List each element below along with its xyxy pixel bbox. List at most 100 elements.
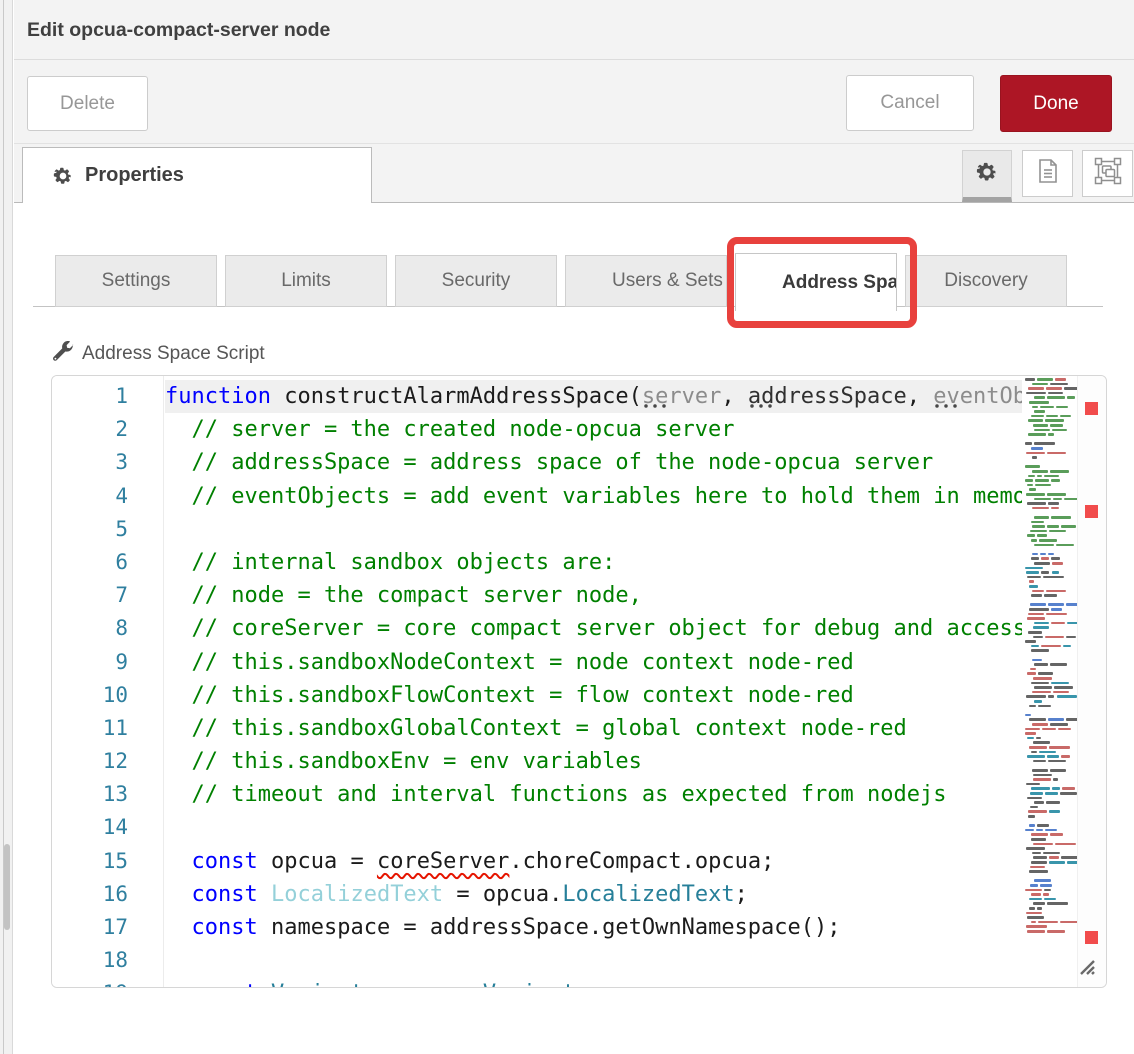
- minimap-line: [1048, 553, 1054, 556]
- code-token: // this.sandboxEnv = env variables: [165, 749, 642, 774]
- minimap-line: [1067, 622, 1077, 625]
- code-line[interactable]: const namespace = addressSpace.getOwnNam…: [165, 911, 1022, 944]
- tab-address-space[interactable]: Address Space: [735, 253, 897, 311]
- minimap-line: [1031, 838, 1046, 841]
- code-line[interactable]: function constructAlarmAddressSpace(serv…: [165, 380, 1022, 413]
- minimap-line: [1029, 718, 1046, 721]
- code-token: ;: [735, 882, 748, 907]
- minimap-line: [1038, 705, 1051, 708]
- vertical-scrollbar-thumb[interactable]: [4, 844, 10, 930]
- tab-limits[interactable]: Limits: [225, 255, 387, 307]
- code-editor[interactable]: 12345678910111213141516171819 function c…: [51, 375, 1107, 988]
- editor-overview-ruler: [1077, 376, 1106, 987]
- minimap-line: [1026, 695, 1046, 698]
- code-line[interactable]: const opcua = coreServer.choreCompact.op…: [165, 845, 1022, 878]
- minimap-line: [1064, 387, 1077, 390]
- tab-label: Security: [442, 270, 511, 292]
- minimap-line: [1040, 553, 1046, 556]
- code-line[interactable]: // this.sandboxGlobalContext = global co…: [165, 712, 1022, 745]
- minimap-line: [1031, 861, 1047, 864]
- minimap-line: [1062, 787, 1074, 790]
- done-button[interactable]: Done: [1000, 75, 1112, 132]
- minimap-line: [1047, 396, 1065, 399]
- code-line[interactable]: [165, 811, 1022, 844]
- code-line[interactable]: // this.sandboxNodeContext = node contex…: [165, 646, 1022, 679]
- minimap-line: [1032, 553, 1038, 556]
- editor-resize-grip[interactable]: [1078, 958, 1096, 981]
- minimap-line: [1051, 507, 1059, 510]
- code-token: function: [165, 384, 271, 409]
- minimap-line: [1026, 493, 1045, 496]
- code-line[interactable]: const LocalizedText = opcua.LocalizedTex…: [165, 878, 1022, 911]
- line-number: 7: [52, 579, 163, 612]
- code-line[interactable]: // this.sandboxFlowContext = flow contex…: [165, 679, 1022, 712]
- minimap-line: [1055, 378, 1065, 381]
- code-line[interactable]: // internal sandbox objects are:: [165, 546, 1022, 579]
- code-token: = opcua.: [364, 981, 483, 987]
- error-mark: [1085, 402, 1098, 415]
- editor-minimap[interactable]: [1022, 376, 1077, 987]
- code-lines[interactable]: function constructAlarmAddressSpace(serv…: [165, 376, 1022, 987]
- code-token: [165, 882, 192, 907]
- code-line[interactable]: // timeout and interval functions as exp…: [165, 778, 1022, 811]
- code-line[interactable]: // eventObjects = add event variables he…: [165, 480, 1022, 513]
- delete-button[interactable]: Delete: [27, 76, 148, 131]
- minimap-line: [1029, 824, 1035, 827]
- line-number: 12: [52, 745, 163, 778]
- dialog-title: Edit opcua-compact-server node: [27, 19, 330, 42]
- code-token: namespace = addressSpace.getOwnNamespace…: [258, 915, 841, 940]
- tab-label: Limits: [281, 270, 331, 292]
- minimap-line: [1041, 557, 1049, 560]
- tab-users-sets[interactable]: Users & Sets: [565, 255, 727, 307]
- cancel-button[interactable]: Cancel: [846, 75, 974, 131]
- code-line[interactable]: [165, 944, 1022, 977]
- minimap-line: [1031, 751, 1037, 754]
- minimap-line: [1046, 415, 1057, 418]
- node-description-icon-button[interactable]: [1022, 150, 1073, 197]
- code-line[interactable]: const Variant = opcua.Variant;: [165, 977, 1022, 987]
- node-properties-icon-button[interactable]: [962, 150, 1012, 202]
- line-number: 9: [52, 646, 163, 679]
- code-line[interactable]: // addressSpace = address space of the n…: [165, 446, 1022, 479]
- minimap-line: [1030, 530, 1047, 533]
- minimap-line: [1032, 723, 1048, 726]
- node-appearance-icon-button[interactable]: [1082, 150, 1133, 197]
- minimap-line: [1047, 755, 1059, 758]
- minimap-line: [1028, 815, 1035, 818]
- code-line[interactable]: // this.sandboxEnv = env variables: [165, 745, 1022, 778]
- minimap-line: [1050, 723, 1068, 726]
- document-icon: [1036, 158, 1060, 189]
- minimap-line: [1025, 714, 1031, 717]
- minimap-line: [1029, 401, 1049, 404]
- minimap-line: [1026, 571, 1039, 574]
- minimap-line: [1056, 406, 1068, 409]
- minimap-line: [1063, 645, 1071, 648]
- tab-properties[interactable]: Properties: [22, 147, 372, 203]
- code-token: // eventObjects = add event variables he…: [165, 484, 1022, 509]
- minimap-line: [1032, 852, 1041, 855]
- minimap-line: [1052, 429, 1066, 432]
- minimap-line: [1047, 930, 1065, 933]
- minimap-line: [1031, 787, 1050, 790]
- tab-discovery[interactable]: Discovery: [905, 255, 1067, 307]
- code-line[interactable]: [165, 513, 1022, 546]
- minimap-line: [1050, 424, 1063, 427]
- minimap-line: [1051, 608, 1062, 611]
- minimap-line: [1032, 659, 1042, 662]
- minimap-line: [1034, 442, 1055, 445]
- minimap-line: [1035, 484, 1051, 487]
- tab-security[interactable]: Security: [395, 255, 557, 307]
- tab-settings[interactable]: Settings: [55, 255, 217, 307]
- minimap-line: [1040, 884, 1052, 887]
- code-line[interactable]: // server = the created node-opcua serve…: [165, 413, 1022, 446]
- code-token: opcua =: [258, 849, 377, 874]
- error-mark: [1085, 931, 1098, 944]
- minimap-line: [1032, 470, 1048, 473]
- minimap-line: [1031, 557, 1039, 560]
- tab-label: Address Space: [782, 272, 897, 294]
- tab-strip: Settings Limits Security Users & Sets Addres…: [55, 255, 1075, 311]
- minimap-line: [1067, 396, 1074, 399]
- minimap-line: [1033, 760, 1046, 763]
- code-line[interactable]: // coreServer = core compact server obje…: [165, 612, 1022, 645]
- code-line[interactable]: // node = the compact server node,: [165, 579, 1022, 612]
